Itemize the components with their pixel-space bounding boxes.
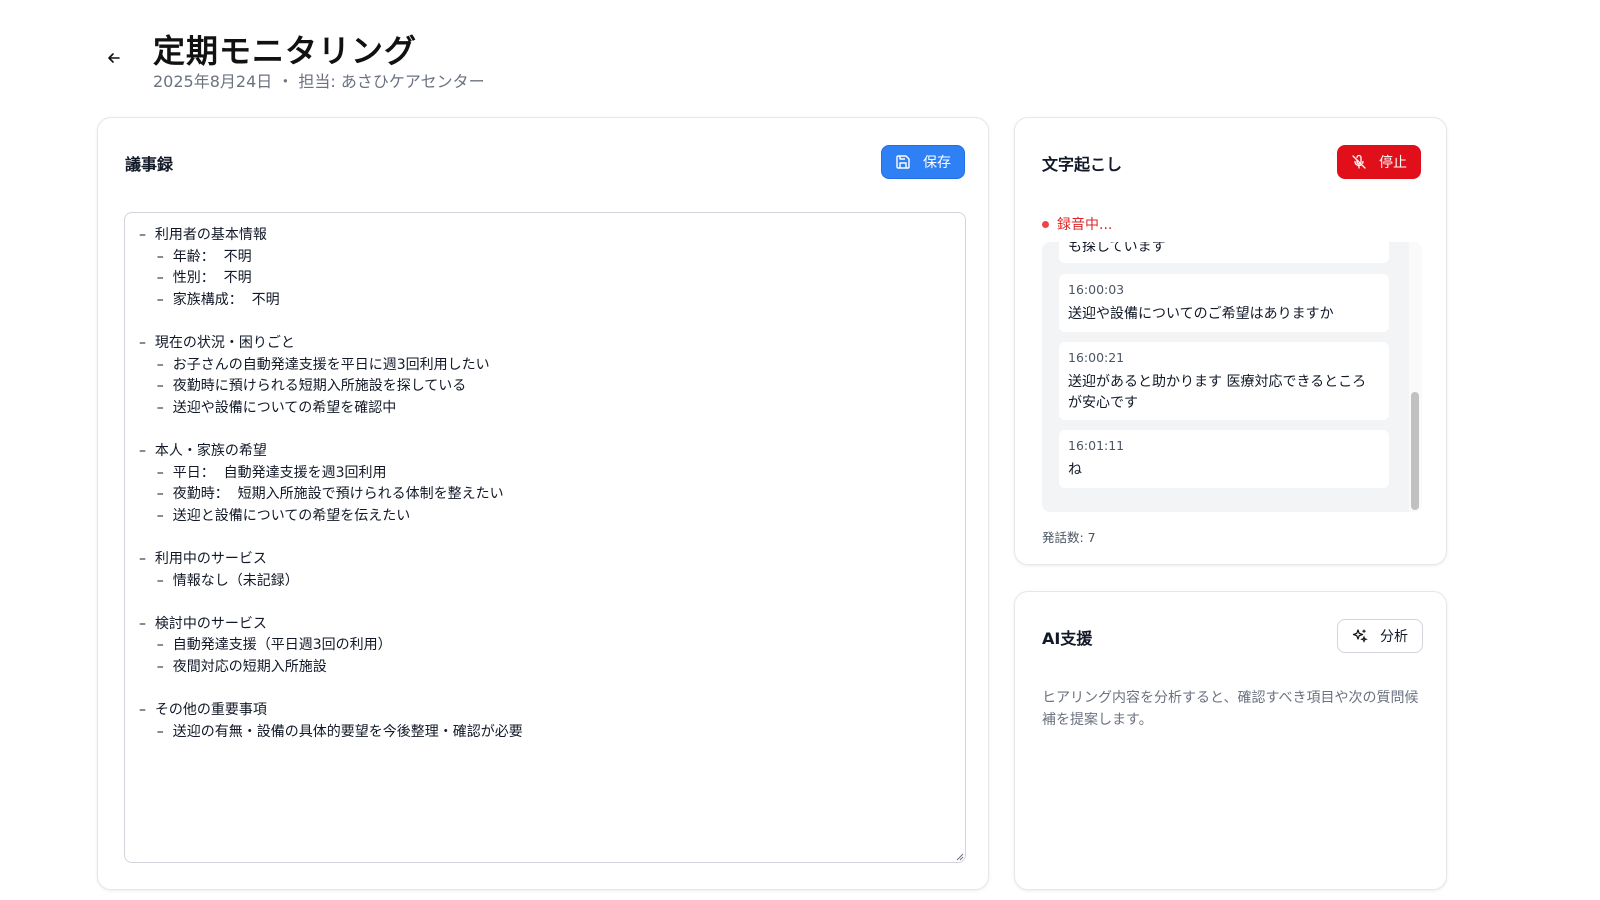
transcript-title: 文字起こし bbox=[1042, 155, 1123, 174]
stop-button-label: 停止 bbox=[1379, 155, 1407, 171]
transcript-scrollbar-thumb[interactable] bbox=[1411, 392, 1419, 510]
minutes-textarea[interactable]: – 利用者の基本情報 – 年齢： 不明 – 性別： 不明 – 家族構成： 不明 … bbox=[124, 212, 966, 863]
transcript-time: 16:00:21 bbox=[1068, 350, 1125, 365]
save-icon bbox=[896, 155, 910, 169]
save-button-label: 保存 bbox=[923, 155, 951, 171]
transcript-item: 16:01:11 ね bbox=[1059, 430, 1389, 488]
sparkles-icon bbox=[1352, 629, 1368, 643]
recording-dot-icon bbox=[1042, 220, 1049, 228]
transcript-item: 16:00:21 送迎があると助かります 医療対応できるところが安心です bbox=[1059, 342, 1389, 420]
stop-button[interactable]: 停止 bbox=[1337, 145, 1421, 179]
page-title: 定期モニタリング bbox=[153, 32, 418, 70]
transcript-text: 送迎や設備についてのご希望はありますか bbox=[1068, 306, 1334, 322]
back-button[interactable] bbox=[104, 48, 124, 68]
transcript-item: 16:00:03 送迎や設備についてのご希望はありますか bbox=[1059, 274, 1389, 332]
ai-support-title: AI支援 bbox=[1042, 629, 1093, 648]
ai-support-description: ヒアリング内容を分析すると、確認すべき項目や次の質問候補を提案します。 bbox=[1042, 690, 1419, 728]
analyze-button[interactable]: 分析 bbox=[1337, 619, 1423, 653]
transcript-time: 16:00:03 bbox=[1068, 282, 1125, 297]
transcript-text: ね bbox=[1068, 462, 1082, 478]
minutes-card: 議事録 保存 – 利用者の基本情報 – 年齢： 不明 – 性別： 不明 – 家族… bbox=[97, 117, 989, 890]
recording-status: 録音中... bbox=[1042, 214, 1112, 234]
transcript-item: も探しています bbox=[1059, 242, 1389, 263]
transcript-scrollbar[interactable] bbox=[1409, 242, 1422, 512]
transcript-time: 16:01:11 bbox=[1068, 438, 1125, 453]
mic-off-icon bbox=[1352, 154, 1366, 169]
page-subtitle: 2025年8月24日 ・ 担当: あさひケアセンター bbox=[153, 72, 485, 91]
save-button[interactable]: 保存 bbox=[881, 145, 965, 179]
recording-status-label: 録音中... bbox=[1057, 217, 1113, 233]
utterance-count: 発話数: 7 bbox=[1042, 530, 1096, 545]
transcript-list[interactable]: も探しています 16:00:03 送迎や設備についてのご希望はありますか 16:… bbox=[1042, 242, 1422, 512]
transcript-text: も探しています bbox=[1068, 242, 1166, 255]
analyze-button-label: 分析 bbox=[1380, 629, 1408, 645]
transcript-card: 文字起こし 停止 録音中... も探しています 16:00:03 送迎や設備につ… bbox=[1014, 117, 1447, 565]
ai-support-card: AI支援 分析 ヒアリング内容を分析すると、確認すべき項目や次の質問候補を提案し… bbox=[1014, 591, 1447, 890]
minutes-title: 議事録 bbox=[125, 155, 174, 174]
arrow-left-icon bbox=[108, 53, 120, 63]
transcript-text: 送迎があると助かります 医療対応できるところが安心です bbox=[1068, 374, 1367, 411]
resize-grip-icon[interactable] bbox=[954, 851, 964, 861]
